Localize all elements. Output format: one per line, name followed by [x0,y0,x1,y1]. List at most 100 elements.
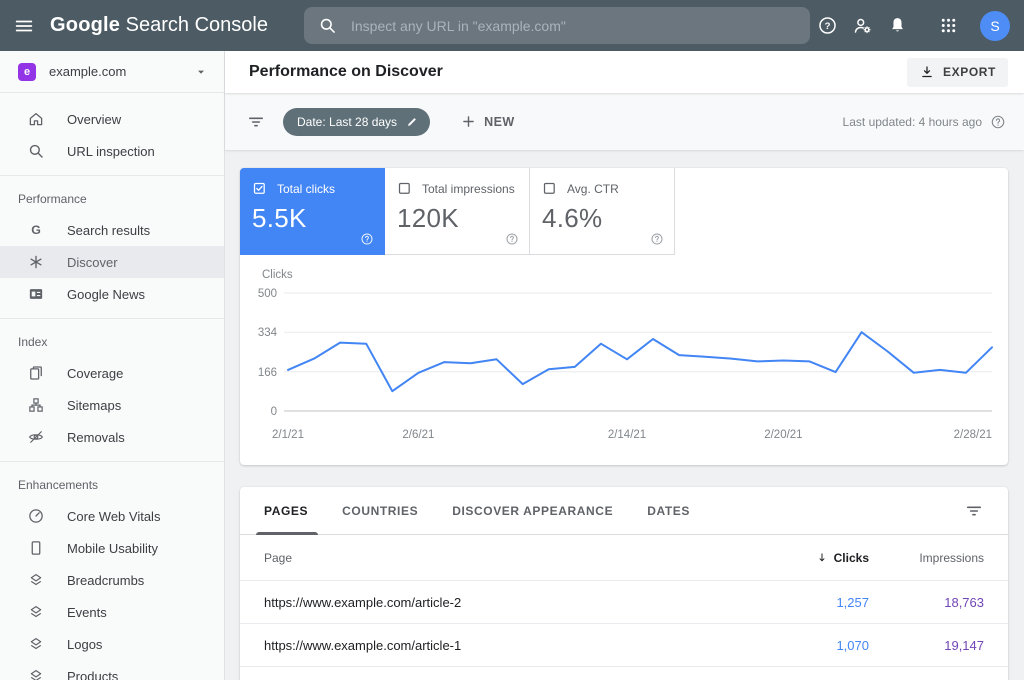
new-filter-button[interactable]: NEW [454,112,521,131]
sidebar-item-coverage[interactable]: Coverage [0,357,224,389]
page-url-cell[interactable]: https://www.example.com/article-1 [264,638,719,653]
help-icon: ? [819,17,836,34]
sidebar-nav: Overview URL inspection Performance G Search… [0,93,224,680]
tab-dates[interactable]: DATES [647,487,690,534]
sidebar-item-google-news[interactable]: Google News [0,278,224,310]
search-icon [320,18,335,33]
sidebar-group: Performance G Search results Discover Google… [0,176,224,319]
chevron-down-icon [198,70,204,74]
sidebar-item-breadcrumbs[interactable]: Breadcrumbs [0,564,224,596]
sidebar-item-overview[interactable]: Overview [0,103,224,135]
metrics-row: Total clicks 5.5K Total impressions 120K Avg… [240,168,1008,255]
sidebar-item-sitemaps[interactable]: Sitemaps [0,389,224,421]
property-badge: e [18,62,36,81]
sidebar-item-search-results[interactable]: G Search results [0,214,224,246]
google-apps-button[interactable] [931,8,966,43]
news-icon [29,289,43,299]
checkbox-checked-icon [253,182,265,194]
app-logo[interactable]: Google Search Console [50,14,268,37]
main-content: Performance on Discover EXPORT Date: Las… [225,51,1024,680]
account-avatar[interactable]: S [980,10,1010,41]
table-row[interactable]: https://www.example.com/article-598712,7… [240,667,1008,680]
sitemap-icon [29,398,43,412]
google-g-icon: G [31,223,41,237]
column-header-clicks[interactable]: Clicks [719,551,869,565]
question-circle-icon[interactable] [990,114,1006,130]
column-header-page[interactable]: Page [264,551,719,565]
metric-label: Avg. CTR [567,181,619,196]
top-app-bar: Google Search Console ? S [0,0,1024,51]
metric-card-avg-ctr[interactable]: Avg. CTR 4.6% [530,168,675,255]
question-circle-icon[interactable] [360,232,374,246]
smartphone-icon [31,541,41,555]
sidebar-section-label: Performance [18,192,87,206]
page-title: Performance on Discover [249,63,443,80]
impressions-cell: 18,763 [944,594,984,610]
sidebar-item-label: Core Web Vitals [67,508,161,524]
metric-card-total-clicks[interactable]: Total clicks 5.5K [240,168,385,255]
table-row[interactable]: https://www.example.com/article-2 1,257 18… [240,581,1008,624]
sidebar-item-url-inspection[interactable]: URL inspection [0,135,224,167]
layers-icon [30,574,42,586]
sidebar-item-label: URL inspection [67,143,155,159]
table-tabs: PAGES COUNTRIES DISCOVER APPEARANCE DATES [240,487,1008,535]
tab-label: PAGES [264,503,309,518]
filter-results-button[interactable] [241,107,271,137]
column-header-impressions[interactable]: Impressions [869,551,984,565]
metric-header: Total impressions [397,181,517,196]
pages-icon [30,366,42,380]
hamburger-icon [15,20,33,31]
sidebar-item-label: Search results [67,222,151,238]
clicks-header-label: Clicks [833,550,869,565]
page-header: Performance on Discover EXPORT [225,51,1024,93]
metric-header: Avg. CTR [542,181,662,196]
sidebar-item-label: Products [67,668,119,680]
search-input[interactable] [349,16,796,35]
export-button[interactable]: EXPORT [907,57,1008,87]
sidebar-group: Overview URL inspection [0,97,224,176]
tab-pages[interactable]: PAGES [255,487,319,535]
tab-discover-appearance[interactable]: DISCOVER APPEARANCE [452,487,613,534]
url-inspection-searchbox[interactable] [304,7,810,44]
filter-bar: Date: Last 28 days NEW Last updated: 4 h… [225,93,1024,150]
sidebar-item-core-web-vitals[interactable]: Core Web Vitals [0,500,224,532]
notifications-button[interactable] [880,8,915,43]
hamburger-menu-button[interactable] [8,6,40,46]
sidebar-item-logos[interactable]: Logos [0,628,224,660]
table-filter-button[interactable] [964,501,984,521]
topbar-actions: ? S [810,8,1010,43]
sidebar-item-events[interactable]: Events [0,596,224,628]
clicks-line-series [287,331,993,393]
y-axis-tick-label: 0 [271,406,277,418]
clicks-cell: 1,257 [836,594,869,610]
property-selector[interactable]: e example.com [0,51,224,93]
page-url-cell[interactable]: https://www.example.com/article-2 [264,595,719,610]
table-row[interactable]: https://www.example.com/article-1 1,070 19… [240,624,1008,667]
user-gear-icon [854,18,871,34]
user-settings-button[interactable] [845,8,880,43]
svg-text:G: G [31,223,41,237]
apps-grid-icon [941,18,956,33]
metric-card-total-impressions[interactable]: Total impressions 120K [385,168,530,255]
speedometer-icon [29,509,43,523]
help-button[interactable]: ? [810,8,845,43]
sidebar-item-mobile-usability[interactable]: Mobile Usability [0,532,224,564]
question-circle-icon[interactable] [650,232,664,246]
metric-label: Total clicks [277,181,336,196]
clicks-line-chart: 0 166 334 500 2/1/21 2/6/21 2/14/21 2/20/21 2/28… [258,288,993,441]
discover-asterisk-icon [30,255,42,269]
tab-countries[interactable]: COUNTRIES [342,487,418,534]
sidebar-item-discover[interactable]: Discover [0,246,224,278]
metric-value: 4.6% [542,203,603,233]
sidebar-section-label: Index [18,335,48,349]
sidebar-item-removals[interactable]: Removals [0,421,224,453]
question-circle-icon[interactable] [505,232,519,246]
x-axis-tick-label: 2/20/21 [764,429,802,441]
sidebar-item-label: Removals [67,429,125,445]
sidebar-item-products[interactable]: Products [0,660,224,680]
date-range-filter-chip[interactable]: Date: Last 28 days [283,107,431,136]
date-filter-label: Date: Last 28 days [297,114,398,129]
export-label: EXPORT [943,65,996,79]
chart-y-axis-title: Clicks [262,269,293,281]
sidebar-item-label: Mobile Usability [67,540,159,556]
